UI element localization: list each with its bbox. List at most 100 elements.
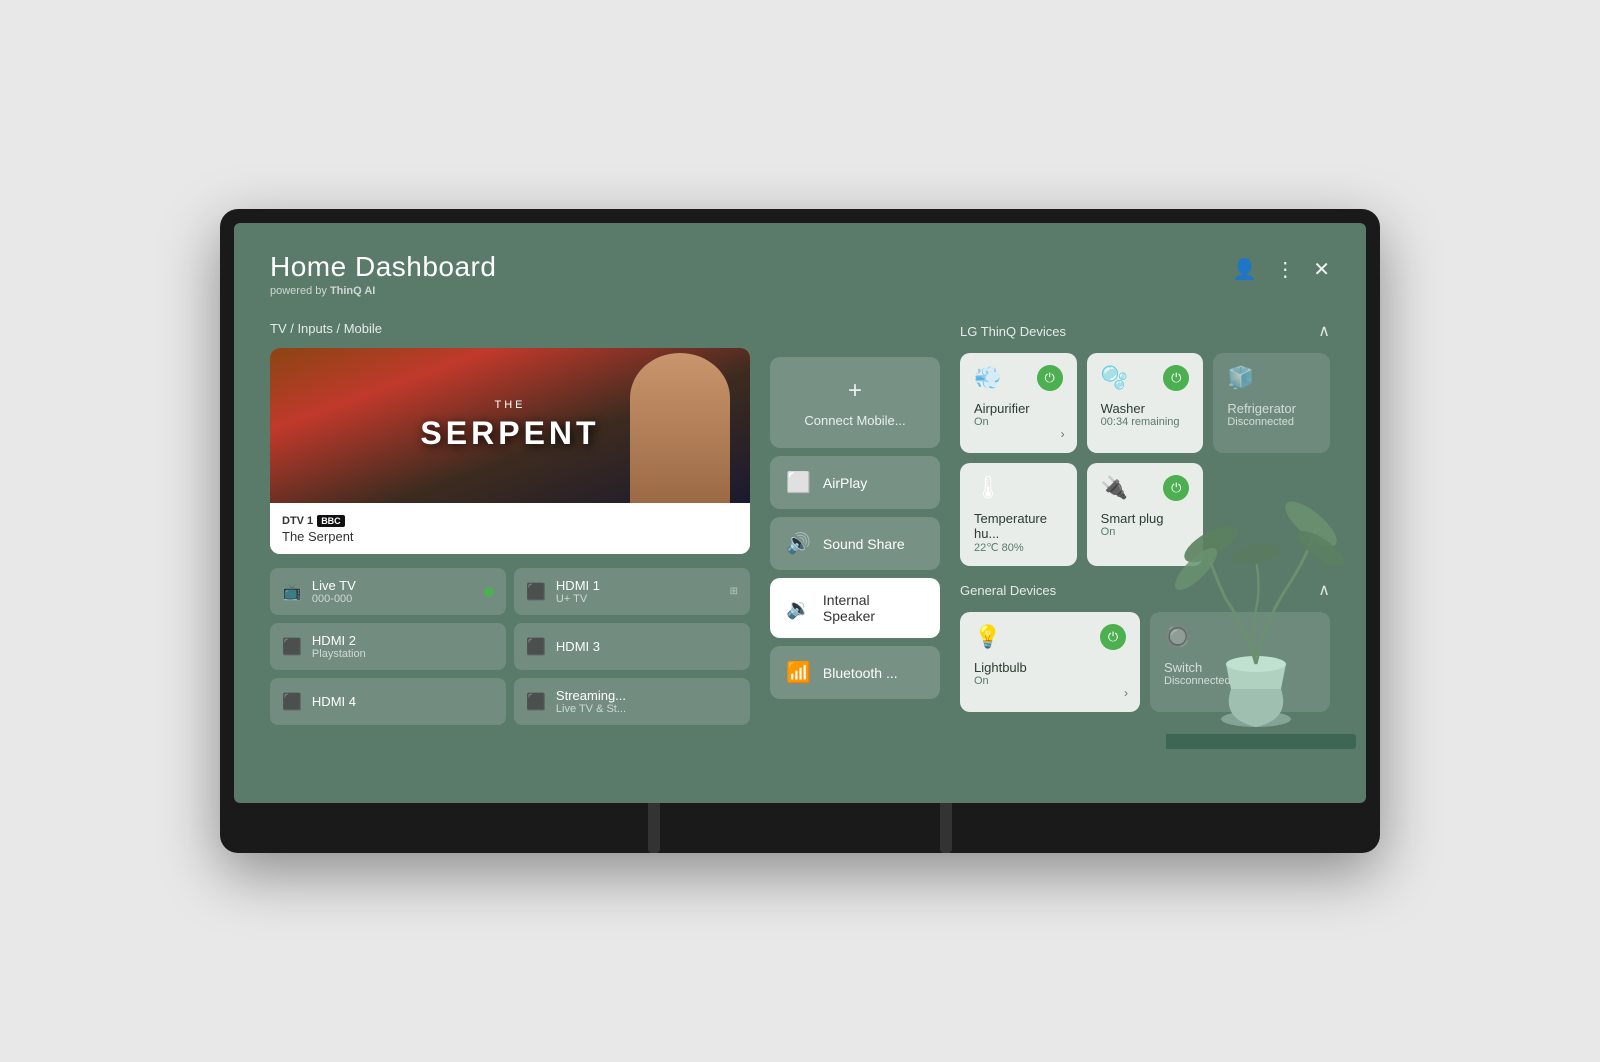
title-block: Home Dashboard powered by ThinQ AI	[270, 251, 496, 297]
input-hdmi1[interactable]: ⬛ HDMI 1 U+ TV ⊞	[514, 568, 750, 615]
channel-badge: DTV 1 BBC	[282, 515, 345, 527]
user-icon[interactable]: 👤	[1232, 257, 1257, 282]
lightbulb-status: On	[974, 675, 1126, 687]
tv-leg-right	[940, 803, 952, 853]
channel-name: DTV 1	[282, 515, 313, 527]
bbc-badge: BBC	[317, 515, 345, 527]
brand-name: ThinQ AI	[330, 285, 375, 297]
internal-speaker-card[interactable]: 🔉 Internal Speaker	[770, 578, 940, 638]
input-grid: 📺 Live TV 000-000 ⬛ HDMI 1 U+ TV	[270, 568, 750, 725]
smart-plug-card[interactable]: 🔌 ⏻ Smart plug On	[1087, 463, 1204, 566]
washer-status: 00:34 remaining	[1101, 416, 1190, 428]
active-indicator	[484, 587, 494, 597]
tv-leg-left	[648, 803, 660, 853]
bluetooth-icon: 📶	[786, 660, 811, 685]
washer-power-button[interactable]: ⏻	[1163, 365, 1189, 391]
airplay-label: AirPlay	[823, 475, 867, 491]
thinq-collapse-button[interactable]: ∧	[1318, 321, 1330, 341]
input-hdmi4[interactable]: ⬛ HDMI 4	[270, 678, 506, 725]
washer-card[interactable]: 🫧 ⏻ Washer 00:34 remaining	[1087, 353, 1204, 453]
hdmi1-icon: ⬛	[526, 582, 546, 602]
general-section-label: General Devices	[960, 583, 1056, 598]
streaming-sub: Live TV & St...	[556, 703, 626, 715]
sound-share-label: Sound Share	[823, 536, 905, 552]
refrigerator-status: Disconnected	[1227, 416, 1316, 428]
temperature-icon: 🌡	[974, 475, 1002, 501]
smart-plug-status: On	[1101, 526, 1190, 538]
streaming-name: Streaming...	[556, 688, 626, 703]
header-icons: 👤 ⋮ ✕	[1232, 257, 1330, 282]
hdmi4-info: HDMI 4	[312, 694, 356, 709]
airpurifier-icon: 💨	[974, 365, 1001, 391]
refrigerator-name: Refrigerator	[1227, 401, 1316, 416]
header: Home Dashboard powered by ThinQ AI 👤 ⋮ ✕	[270, 251, 1330, 297]
tv-inputs-column: TV / Inputs / Mobile BBC	[270, 321, 750, 725]
bluetooth-card[interactable]: 📶 Bluetooth ...	[770, 646, 940, 699]
airpurifier-status: On	[974, 416, 1063, 428]
switch-name: Switch	[1164, 660, 1316, 675]
general-section-header: General Devices ∧	[960, 580, 1330, 600]
hdmi4-name: HDMI 4	[312, 694, 356, 709]
hdmi1-sub: U+ TV	[556, 593, 600, 605]
connect-mobile-card[interactable]: + Connect Mobile...	[770, 357, 940, 448]
general-collapse-button[interactable]: ∧	[1318, 580, 1330, 600]
sound-share-icon: 🔊	[786, 531, 811, 556]
thinq-devices-grid: 💨 ⏻ Airpurifier On › 🫧 ⏻	[960, 353, 1330, 566]
washer-icon: 🫧	[1101, 365, 1128, 391]
input-live-tv[interactable]: 📺 Live TV 000-000	[270, 568, 506, 615]
temperature-name: Temperature hu...	[974, 511, 1063, 541]
tv-frame: Home Dashboard powered by ThinQ AI 👤 ⋮ ✕…	[220, 209, 1380, 853]
hdmi2-sub: Playstation	[312, 648, 366, 660]
menu-icon[interactable]: ⋮	[1275, 257, 1295, 282]
lightbulb-card-header: 💡 ⏻	[974, 624, 1126, 650]
switch-icon: 🔘	[1164, 624, 1191, 650]
lightbulb-icon: 💡	[974, 624, 1001, 650]
smart-plug-icon: 🔌	[1101, 475, 1128, 501]
smart-plug-card-header: 🔌 ⏻	[1101, 475, 1190, 501]
hdmi1-name: HDMI 1	[556, 578, 600, 593]
tv-stand	[234, 803, 1366, 853]
input-streaming[interactable]: ⬛ Streaming... Live TV & St...	[514, 678, 750, 725]
airplay-card[interactable]: ⬜ AirPlay	[770, 456, 940, 509]
airpurifier-card[interactable]: 💨 ⏻ Airpurifier On ›	[960, 353, 1077, 453]
airpurifier-arrow-icon: ›	[1061, 427, 1065, 441]
tv-preview-card[interactable]: BBC THE SERPENT	[270, 348, 750, 554]
input-hdmi3[interactable]: ⬛ HDMI 3	[514, 623, 750, 670]
switch-card-header: 🔘	[1164, 624, 1316, 650]
hdmi3-name: HDMI 3	[556, 639, 600, 654]
hdmi1-sub-icon: ⊞	[730, 586, 738, 597]
tv-preview-image: BBC THE SERPENT	[270, 348, 750, 503]
refrigerator-card[interactable]: 🧊 Refrigerator Disconnected	[1213, 353, 1330, 453]
temperature-card-header: 🌡	[974, 475, 1063, 501]
general-devices-grid: 💡 ⏻ Lightbulb On › 🔘	[960, 612, 1330, 712]
hdmi2-info: HDMI 2 Playstation	[312, 633, 366, 660]
connect-label: Connect Mobile...	[804, 413, 905, 428]
audio-column: + Connect Mobile... ⬜ AirPlay 🔊 Sound Sh…	[770, 321, 940, 699]
washer-card-header: 🫧 ⏻	[1101, 365, 1190, 391]
airpurifier-power-button[interactable]: ⏻	[1037, 365, 1063, 391]
lightbulb-name: Lightbulb	[974, 660, 1126, 675]
hdmi1-info: HDMI 1 U+ TV	[556, 578, 600, 605]
streaming-info: Streaming... Live TV & St...	[556, 688, 626, 715]
hdmi3-icon: ⬛	[526, 637, 546, 657]
lightbulb-arrow-icon: ›	[1124, 686, 1128, 700]
close-icon[interactable]: ✕	[1313, 257, 1330, 282]
dashboard: Home Dashboard powered by ThinQ AI 👤 ⋮ ✕…	[234, 223, 1366, 749]
lightbulb-power-button[interactable]: ⏻	[1100, 624, 1126, 650]
hdmi2-icon: ⬛	[282, 637, 302, 657]
general-section: General Devices ∧ 💡 ⏻ Lightbulb	[960, 580, 1330, 712]
sound-share-card[interactable]: 🔊 Sound Share	[770, 517, 940, 570]
switch-card[interactable]: 🔘 Switch Disconnected	[1150, 612, 1330, 712]
lightbulb-card[interactable]: 💡 ⏻ Lightbulb On ›	[960, 612, 1140, 712]
bluetooth-label: Bluetooth ...	[823, 665, 898, 681]
washer-name: Washer	[1101, 401, 1190, 416]
smart-plug-power-button[interactable]: ⏻	[1163, 475, 1189, 501]
show-name: The Serpent	[282, 529, 738, 544]
streaming-icon: ⬛	[526, 692, 546, 712]
input-hdmi2[interactable]: ⬛ HDMI 2 Playstation	[270, 623, 506, 670]
temperature-card[interactable]: 🌡 Temperature hu... 22℃ 80%	[960, 463, 1077, 566]
hdmi3-info: HDMI 3	[556, 639, 600, 654]
smart-plug-name: Smart plug	[1101, 511, 1190, 526]
subtitle-prefix: powered by	[270, 285, 330, 297]
switch-status: Disconnected	[1164, 675, 1316, 687]
